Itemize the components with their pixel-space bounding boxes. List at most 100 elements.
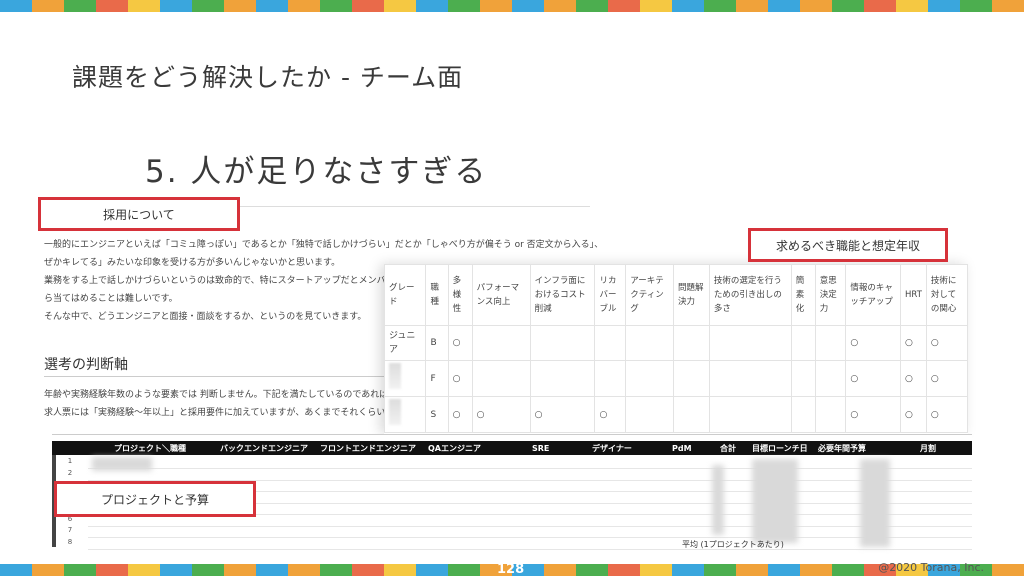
stripe-segment <box>512 0 544 12</box>
stripe-segment <box>96 564 128 576</box>
stripe-segment <box>192 564 224 576</box>
stripe-segment <box>448 564 480 576</box>
skill-table-cell: ○ <box>529 396 596 433</box>
skill-table-cell: ○ <box>845 325 902 361</box>
redacted-cell <box>712 465 724 535</box>
doc-line: 求人票には「実務経験〜年以上」と採用要件に加えていますが、あくまでそれくらいの <box>44 408 395 418</box>
stripe-segment <box>704 0 736 12</box>
skill-table-cell: ○ <box>447 325 473 361</box>
stripe-segment <box>0 564 32 576</box>
skill-table-cell <box>790 325 816 361</box>
skill-table-cell <box>594 325 627 361</box>
skill-table-row: S ○ ○ ○ ○ ○ ○ ○ <box>383 396 969 433</box>
sheet-gridline <box>88 525 972 527</box>
skill-table-cell <box>529 325 596 361</box>
stripe-segment <box>128 0 160 12</box>
top-color-stripe <box>0 0 1024 12</box>
stripe-segment <box>480 0 512 12</box>
stripe-segment <box>800 0 832 12</box>
skill-table-cell: ○ <box>594 396 627 433</box>
stripe-segment <box>416 564 448 576</box>
doc-body-2: 年齢や実務経験年数のような要素では 判断しません。下記を満たしているのであれば … <box>44 386 394 422</box>
skill-table-cell: ○ <box>900 396 927 433</box>
skill-table-cell: ○ <box>447 360 473 397</box>
stripe-segment <box>768 564 800 576</box>
skill-table-cell <box>673 396 710 433</box>
stripe-segment <box>800 564 832 576</box>
recruit-callout: 採用について <box>38 197 240 231</box>
project-callout: プロジェクトと予算 <box>54 481 256 517</box>
stripe-segment <box>96 0 128 12</box>
skill-table-cell <box>814 396 847 433</box>
slide-title: 課題をどう解決したか - チーム面 <box>72 63 464 92</box>
skill-table-header: グレード <box>383 264 427 326</box>
stripe-segment <box>736 0 768 12</box>
stripe-segment <box>960 0 992 12</box>
stripe-segment <box>544 0 576 12</box>
skill-table-header: インフラ面におけるコスト削減 <box>529 264 596 326</box>
skill-table-cell <box>708 396 792 433</box>
skill-table-cell <box>383 396 427 433</box>
stripe-segment <box>608 0 640 12</box>
stripe-segment <box>256 564 288 576</box>
slide-subtitle: 5. 人が足りなさすぎる <box>145 154 488 190</box>
skill-table-row: F ○ ○ ○ ○ <box>383 360 969 397</box>
stripe-segment <box>448 0 480 12</box>
stripe-segment <box>544 564 576 576</box>
skill-table-cell: B <box>425 325 449 361</box>
sheet-row-number: 7 <box>67 526 73 534</box>
sheet-column-header: QAエンジニア <box>428 443 481 453</box>
stripe-segment <box>320 564 352 576</box>
stripe-segment <box>640 564 672 576</box>
sheet-column-header: PdM <box>672 443 692 453</box>
stripe-segment <box>160 0 192 12</box>
stripe-segment <box>32 564 64 576</box>
skill-table-cell <box>471 360 531 397</box>
stripe-segment <box>832 0 864 12</box>
sheet-gridline <box>88 548 972 550</box>
sheet-column-header: デザイナー <box>592 443 632 453</box>
skill-table-cell: ○ <box>845 360 902 397</box>
stripe-segment <box>0 0 32 12</box>
skills-callout: 求めるべき職能と想定年収 <box>748 228 948 262</box>
redacted-cell <box>389 399 401 425</box>
sheet-header-row: プロジェクト＼職種 バックエンドエンジニア フロントエンドエンジニア QAエンジニア S… <box>52 441 972 455</box>
redacted-cell <box>92 457 152 471</box>
skill-table-cell: F <box>425 360 449 397</box>
skill-table-cell <box>673 325 710 361</box>
skill-table-cell <box>471 325 531 361</box>
stripe-segment <box>768 0 800 12</box>
stripe-segment <box>288 564 320 576</box>
skill-table-header: 情報のキャッチアップ <box>845 264 902 326</box>
page-number: 128 <box>497 562 525 577</box>
skill-table: グレード 職種 多様性 パフォーマンス向上 インフラ面におけるコスト削減 リカバーブル アー… <box>383 264 969 433</box>
doc-heading: 選考の判断軸 <box>44 357 128 373</box>
skill-table-cell <box>790 396 816 433</box>
sheet-gridline <box>88 468 972 469</box>
skill-table-cell: ○ <box>925 360 969 397</box>
sheet-column-header: 合計 <box>720 443 736 453</box>
redacted-cell <box>752 459 798 543</box>
stripe-segment <box>352 564 384 576</box>
skill-table-header: アーキテクティング <box>625 264 674 326</box>
stripe-segment <box>896 0 928 12</box>
skill-table-header: リカバーブル <box>594 264 627 326</box>
skill-table-cell: ○ <box>925 325 969 361</box>
skill-table-cell <box>625 360 674 397</box>
stripe-segment <box>192 0 224 12</box>
skill-table-cell: ジュニア <box>383 325 427 361</box>
sheet-column-header: 必要年間予算 <box>818 443 866 453</box>
stripe-segment <box>416 0 448 12</box>
stripe-segment <box>928 0 960 12</box>
skill-table-header: 簡素化 <box>790 264 816 326</box>
skill-table-cell: ○ <box>447 396 473 433</box>
skill-table-row: ジュニア B ○ ○ ○ ○ <box>383 325 969 361</box>
skill-table-header: 多様性 <box>447 264 473 326</box>
stripe-segment <box>832 564 864 576</box>
stripe-segment <box>672 0 704 12</box>
skill-table-cell: S <box>425 396 449 433</box>
stripe-segment <box>576 564 608 576</box>
stripe-segment <box>224 564 256 576</box>
redacted-cell <box>860 459 890 547</box>
skill-table-cell: ○ <box>925 396 969 433</box>
